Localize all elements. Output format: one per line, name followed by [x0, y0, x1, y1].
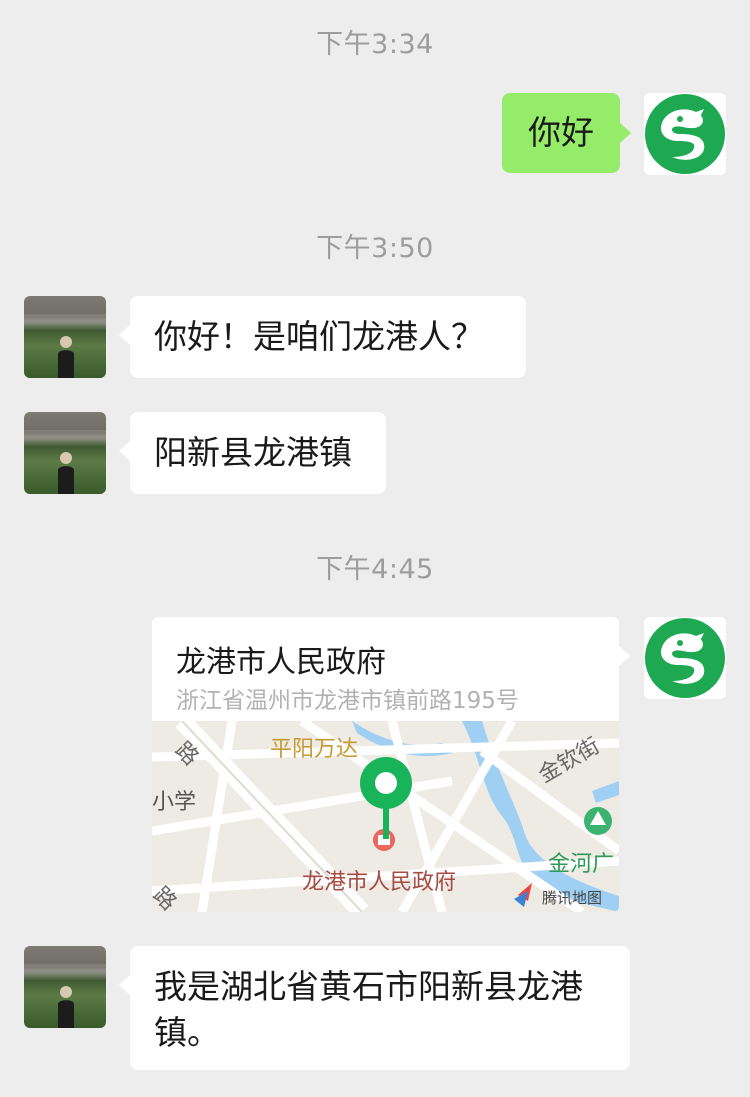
- contact-avatar[interactable]: [24, 412, 106, 494]
- person-photo-icon: [24, 430, 106, 494]
- my-avatar[interactable]: [644, 93, 726, 175]
- dragon-logo-icon: [645, 94, 725, 174]
- map-label-jinhe: 金河广: [548, 851, 614, 876]
- contact-avatar[interactable]: [24, 296, 106, 378]
- map-label-school: 小学: [152, 789, 196, 814]
- person-photo-icon: [24, 314, 106, 378]
- timestamp: 下午3:34: [316, 29, 434, 60]
- sent-message-bubble[interactable]: 你好: [502, 93, 631, 173]
- received-message-bubble[interactable]: 你好！是咱们龙港人？: [119, 296, 526, 378]
- message-text: 你好！是咱们龙港人？: [154, 317, 484, 356]
- my-avatar[interactable]: [644, 617, 726, 699]
- received-message-bubble[interactable]: 我是湖北省黄石市阳新县龙港镇。: [119, 946, 630, 1070]
- location-title: 龙港市人民政府: [176, 645, 386, 680]
- map-attribution: 腾讯地图: [542, 890, 602, 907]
- map-label-gov: 龙港市人民政府: [302, 869, 456, 894]
- dragon-logo-icon: [645, 618, 725, 698]
- person-photo-icon: [24, 964, 106, 1028]
- message-text: 你好: [528, 113, 594, 152]
- location-address: 浙江省温州市龙港市镇前路195号: [176, 688, 519, 714]
- location-map-preview[interactable]: 路 平阳万达 金钦街 小学 金河广 龙港市人民政府 路 腾讯地图: [152, 721, 619, 912]
- received-message-bubble[interactable]: 阳新县龙港镇: [119, 412, 386, 494]
- message-text: 我是湖北省黄石市阳新县龙港镇。: [154, 967, 583, 1052]
- location-message-card[interactable]: 龙港市人民政府 浙江省温州市龙港市镇前路195号 路 平阳万达 金钦街 小学 金…: [152, 617, 630, 912]
- contact-avatar[interactable]: [24, 946, 106, 1028]
- timestamp: 下午3:50: [316, 233, 434, 264]
- timestamp: 下午4:45: [316, 554, 434, 585]
- message-text: 阳新县龙港镇: [154, 433, 352, 472]
- map-label-wanda: 平阳万达: [270, 736, 358, 761]
